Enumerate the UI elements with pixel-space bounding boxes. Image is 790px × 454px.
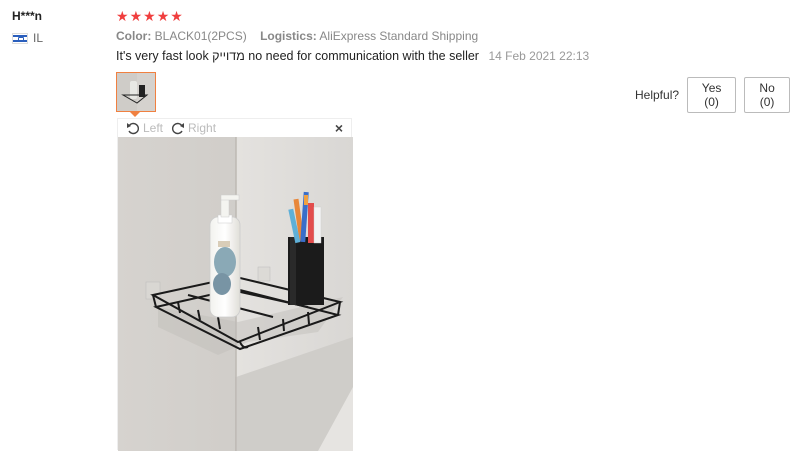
reviewer-name: H***n bbox=[12, 9, 43, 23]
rotate-right-label: Right bbox=[188, 121, 217, 135]
logistics-value: AliExpress Standard Shipping bbox=[319, 29, 479, 43]
review-text: It's very fast look מדוייק no need for c… bbox=[116, 49, 479, 63]
star-icon: ★ bbox=[170, 8, 183, 24]
viewer-toolbar: Left Right × bbox=[118, 119, 351, 137]
helpful-label: Helpful? bbox=[635, 88, 680, 102]
helpful-section: Helpful? Yes (0) No (0) bbox=[635, 77, 790, 113]
review-photo-thumbnail[interactable] bbox=[116, 72, 156, 112]
helpful-no-button[interactable]: No (0) bbox=[744, 77, 790, 113]
helpful-yes-button[interactable]: Yes (0) bbox=[687, 77, 737, 113]
star-icon: ★ bbox=[143, 8, 156, 24]
rotate-right-icon bbox=[172, 122, 185, 135]
review-photo-large bbox=[118, 137, 353, 451]
close-viewer-button[interactable]: × bbox=[335, 120, 343, 136]
rotate-left-icon bbox=[127, 122, 139, 135]
photo-viewer: Left Right × bbox=[117, 118, 353, 451]
star-icon: ★ bbox=[116, 8, 129, 24]
star-rating: ★ ★ ★ ★ ★ bbox=[116, 9, 183, 23]
country-code: IL bbox=[33, 31, 44, 45]
thumbnail-pointer bbox=[130, 112, 140, 117]
review-date: 14 Feb 2021 22:13 bbox=[488, 49, 590, 63]
rotate-left-button[interactable]: Left bbox=[126, 121, 163, 135]
color-label: Color: bbox=[116, 29, 152, 43]
order-meta: Color: BLACK01(2PCS) Logistics: AliExpre… bbox=[116, 29, 478, 43]
rotate-right-button[interactable]: Right bbox=[171, 121, 216, 135]
star-icon: ★ bbox=[129, 8, 143, 24]
logistics-label: Logistics: bbox=[260, 29, 317, 43]
review-content: It's very fast look מדוייק no need for c… bbox=[116, 49, 589, 63]
rotate-left-label: Left bbox=[143, 121, 164, 135]
color-value: BLACK01(2PCS) bbox=[154, 29, 247, 43]
israel-flag-icon bbox=[12, 32, 28, 44]
star-icon: ★ bbox=[156, 8, 170, 24]
reviewer-country: IL bbox=[12, 31, 43, 45]
